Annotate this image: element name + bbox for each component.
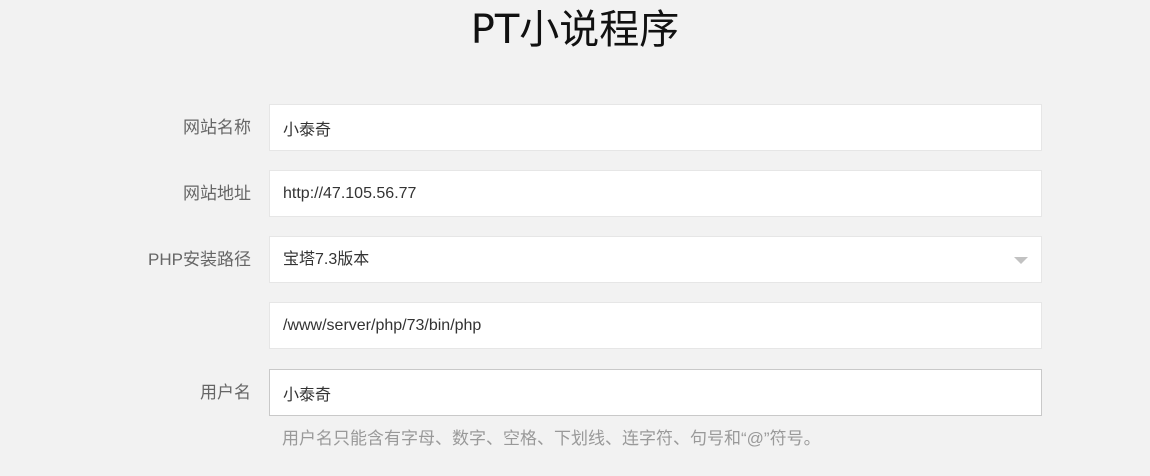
form-row-php-path-value xyxy=(0,302,1150,349)
chevron-down-icon xyxy=(1014,257,1028,264)
site-name-input[interactable] xyxy=(269,104,1042,151)
form-row-site-name: 网站名称 xyxy=(0,104,1150,151)
username-input[interactable] xyxy=(269,369,1042,416)
username-hint: 用户名只能含有字母、数字、空格、下划线、连字符、句号和“@”符号。 xyxy=(282,429,821,448)
php-version-select[interactable]: 宝塔7.3版本 xyxy=(269,236,1042,283)
php-path-input[interactable] xyxy=(269,302,1042,349)
page-title: PT小说程序 xyxy=(470,7,680,53)
form-row-site-url: 网站地址 xyxy=(0,170,1150,217)
php-version-selected-value: 宝塔7.3版本 xyxy=(283,251,370,268)
username-label: 用户名 xyxy=(200,383,251,402)
site-url-input[interactable] xyxy=(269,170,1042,217)
php-path-label: PHP安装路径 xyxy=(148,250,251,269)
site-name-label: 网站名称 xyxy=(183,118,251,137)
form-row-php-path: PHP安装路径 宝塔7.3版本 xyxy=(0,236,1150,283)
form-row-username: 用户名 xyxy=(0,369,1150,416)
site-url-label: 网站地址 xyxy=(183,184,251,203)
